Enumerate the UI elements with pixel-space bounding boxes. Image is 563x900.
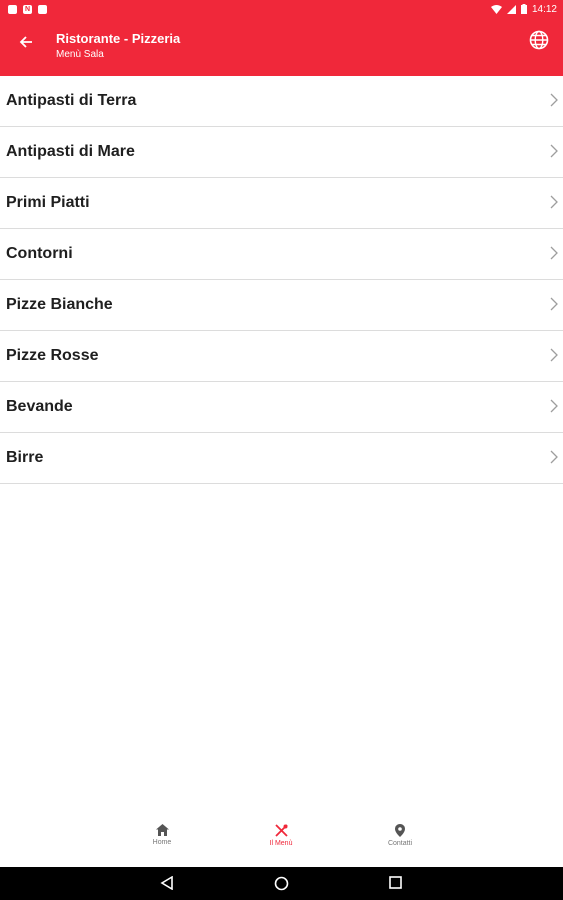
chevron-right-icon	[550, 93, 558, 107]
home-circle-icon[interactable]	[274, 876, 289, 891]
menu-item-label: Antipasti di Terra	[6, 92, 137, 109]
status-time: 14:12	[531, 3, 557, 15]
menu-item-label: Bevande	[6, 398, 73, 415]
cutlery-icon	[274, 824, 288, 837]
menu-item-label: Contorni	[6, 245, 73, 262]
nav-label-contacts: Contatti	[387, 840, 413, 847]
list-item[interactable]: Primi Piatti	[0, 178, 563, 229]
nav-item-home[interactable]: Home	[132, 824, 192, 846]
list-item[interactable]: Pizze Bianche	[0, 280, 563, 331]
menu-item-label: Pizze Rosse	[6, 347, 99, 364]
nav-item-contacts[interactable]: Contatti	[370, 824, 430, 847]
globe-icon	[529, 30, 549, 50]
list-item[interactable]: Contorni	[0, 229, 563, 280]
language-button[interactable]	[527, 28, 551, 52]
back-icon[interactable]	[160, 876, 174, 890]
chevron-right-icon	[550, 348, 558, 362]
status-bar: N 14:12	[0, 0, 563, 18]
page-subtitle: Menù Sala	[56, 49, 104, 60]
chevron-right-icon	[550, 399, 558, 413]
back-button[interactable]	[12, 28, 40, 56]
system-navigation-bar	[0, 867, 563, 900]
notification-square-icon	[38, 4, 47, 14]
chevron-right-icon	[550, 297, 558, 311]
menu-list: Antipasti di Terra Antipasti di Mare Pri…	[0, 76, 563, 484]
list-item[interactable]: Pizze Rosse	[0, 331, 563, 382]
nav-label-home: Home	[152, 839, 172, 846]
status-indicators: 14:12	[490, 3, 563, 15]
signal-icon	[506, 4, 516, 14]
recents-icon[interactable]	[389, 876, 402, 889]
menu-item-label: Antipasti di Mare	[6, 143, 135, 160]
location-pin-icon	[395, 824, 405, 837]
battery-icon	[520, 4, 527, 14]
menu-item-label: Pizze Bianche	[6, 296, 113, 313]
home-icon	[155, 824, 169, 836]
list-item[interactable]: Antipasti di Terra	[0, 76, 563, 127]
notification-n-icon: N	[23, 4, 32, 14]
notification-icon	[8, 4, 17, 14]
wifi-icon	[490, 4, 502, 14]
list-item[interactable]: Antipasti di Mare	[0, 127, 563, 178]
page-title: Ristorante - Pizzeria	[56, 31, 181, 46]
chevron-right-icon	[550, 450, 558, 464]
chevron-right-icon	[550, 144, 558, 158]
notification-icons: N	[0, 4, 47, 14]
bottom-navigation: Home Il Menù Contatti	[0, 810, 563, 867]
app-bar-titles: Ristorante - Pizzeria Menù Sala	[56, 31, 180, 61]
app-bar: Ristorante - Pizzeria Menù Sala	[0, 18, 563, 76]
menu-item-label: Birre	[6, 449, 44, 466]
list-item[interactable]: Birre	[0, 433, 563, 484]
nav-label-menu: Il Menù	[269, 840, 293, 847]
arrow-back-icon	[19, 36, 32, 48]
list-item[interactable]: Bevande	[0, 382, 563, 433]
menu-item-label: Primi Piatti	[6, 194, 90, 211]
nav-item-menu[interactable]: Il Menù	[251, 824, 311, 847]
chevron-right-icon	[550, 246, 558, 260]
chevron-right-icon	[550, 195, 558, 209]
